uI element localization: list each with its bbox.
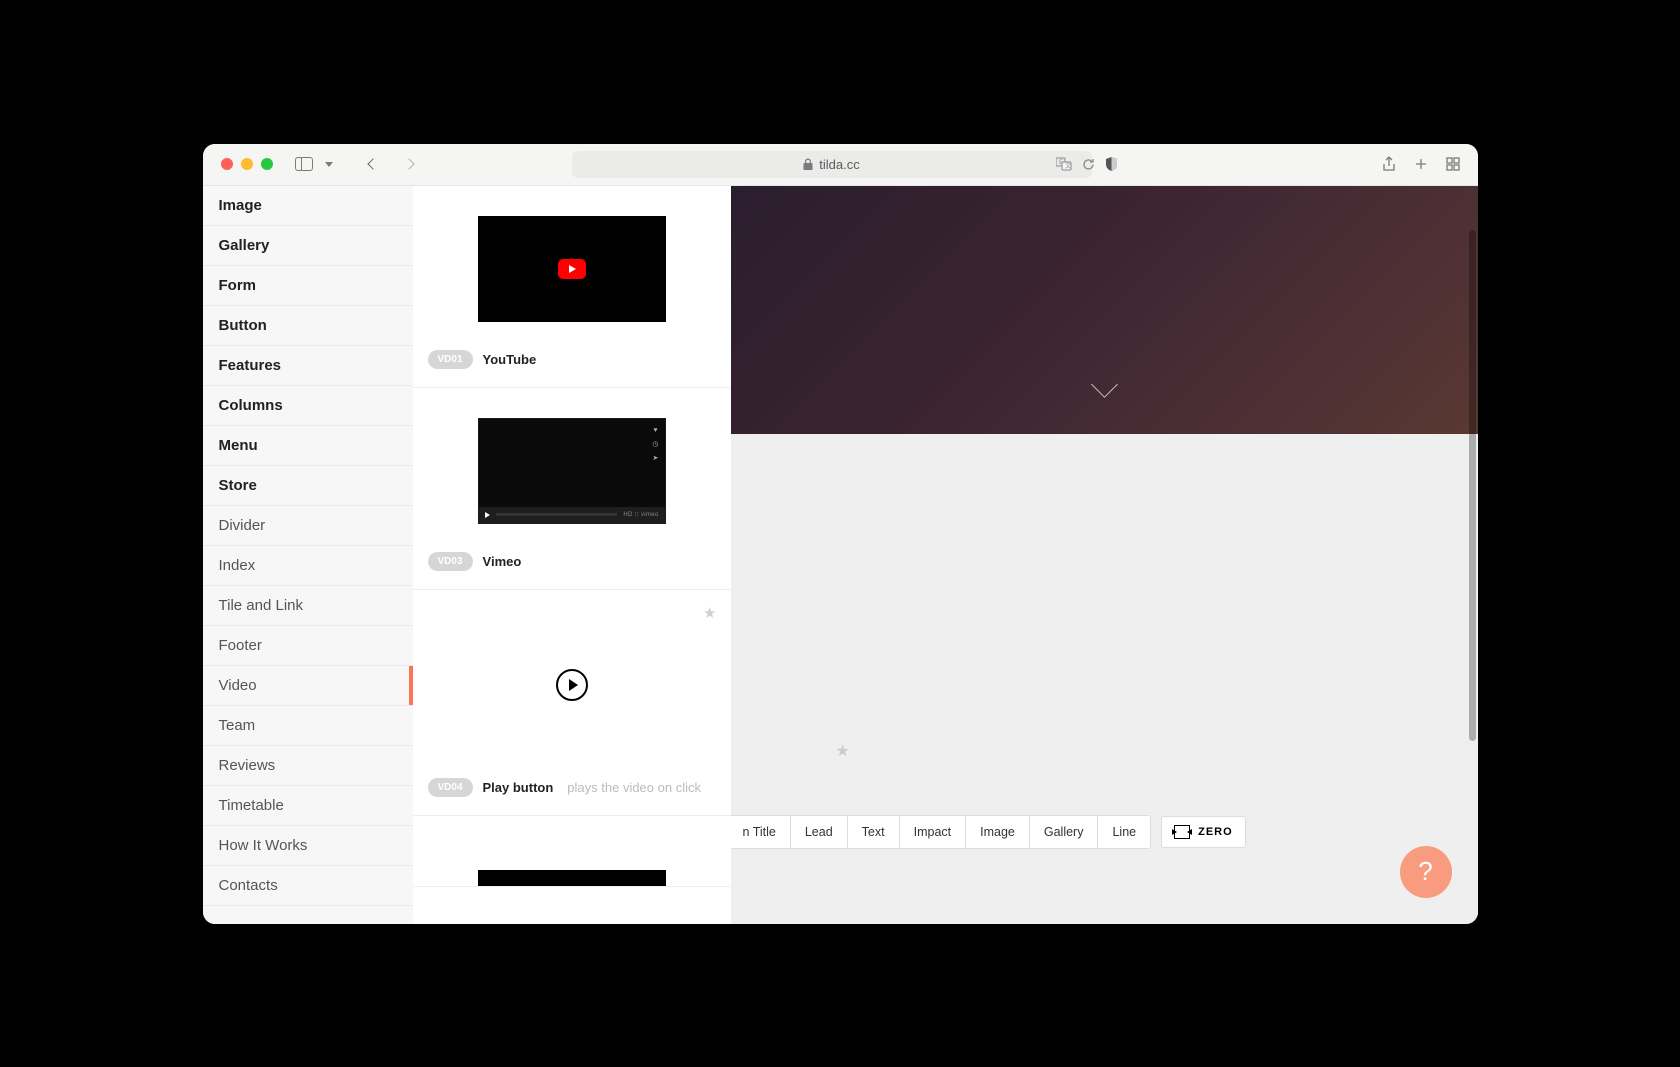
quick-btn-impact[interactable]: Impact bbox=[899, 815, 967, 849]
quick-btn-title[interactable]: n Title bbox=[731, 815, 791, 849]
block-code: VD04 bbox=[428, 778, 473, 797]
zero-block-icon bbox=[1174, 825, 1190, 839]
help-button[interactable]: ? bbox=[1400, 846, 1452, 898]
sidebar-item-store[interactable]: Store bbox=[203, 466, 413, 506]
address-bar[interactable]: tilda.cc E文 bbox=[572, 151, 1092, 178]
sidebar-item-tile-and-link[interactable]: Tile and Link bbox=[203, 586, 413, 626]
canvas-favorite-icon[interactable]: ★ bbox=[836, 741, 850, 761]
block-name: Play button bbox=[483, 780, 554, 795]
tab-dropdown-icon[interactable] bbox=[325, 162, 333, 167]
url-text: tilda.cc bbox=[819, 157, 859, 172]
block-desc: plays the video on click bbox=[567, 780, 701, 795]
block-youtube[interactable]: VD01 YouTube bbox=[413, 186, 731, 388]
tabs-overview-icon[interactable] bbox=[1446, 157, 1460, 171]
favorite-star-icon[interactable]: ★ bbox=[703, 604, 716, 622]
canvas-area: ★ n Title Lead Text Impact Image Gallery… bbox=[731, 186, 1478, 924]
vimeo-preview: ♥ ◷ ➤ HD ⁝⁝ vimeo bbox=[478, 418, 666, 524]
play-button-preview bbox=[478, 620, 666, 750]
help-icon: ? bbox=[1418, 856, 1432, 887]
sidebar-item-image[interactable]: Image bbox=[203, 186, 413, 226]
quick-add-bar: n Title Lead Text Impact Image Gallery L… bbox=[731, 815, 1246, 849]
svg-text:文: 文 bbox=[1065, 162, 1071, 170]
share-icon[interactable] bbox=[1382, 156, 1396, 172]
hero-block[interactable] bbox=[731, 186, 1478, 434]
youtube-preview bbox=[478, 216, 666, 322]
svg-text:E: E bbox=[1059, 160, 1063, 166]
quick-btn-lead[interactable]: Lead bbox=[790, 815, 848, 849]
block-vimeo[interactable]: ♥ ◷ ➤ HD ⁝⁝ vimeo VD03 Vimeo bbox=[413, 388, 731, 590]
sidebar-toggle-icon[interactable] bbox=[295, 157, 313, 171]
traffic-lights bbox=[221, 158, 273, 170]
sidebar-item-reviews[interactable]: Reviews bbox=[203, 746, 413, 786]
window-minimize-button[interactable] bbox=[241, 158, 253, 170]
new-tab-icon[interactable] bbox=[1414, 157, 1428, 171]
block-next[interactable] bbox=[413, 816, 731, 887]
vimeo-hd-label: HD ⁝⁝ vimeo bbox=[623, 511, 658, 518]
sidebar-item-index[interactable]: Index bbox=[203, 546, 413, 586]
quick-btn-line[interactable]: Line bbox=[1097, 815, 1151, 849]
play-circle-icon bbox=[556, 669, 588, 701]
sidebar-item-timetable[interactable]: Timetable bbox=[203, 786, 413, 826]
sidebar-item-columns[interactable]: Columns bbox=[203, 386, 413, 426]
sidebar-item-footer[interactable]: Footer bbox=[203, 626, 413, 666]
scroll-down-icon[interactable] bbox=[1089, 379, 1119, 394]
nav-back-button[interactable] bbox=[367, 158, 378, 169]
translate-icon[interactable]: E文 bbox=[1056, 157, 1072, 171]
block-play-button[interactable]: ★ VD04 Play button plays the video on cl… bbox=[413, 590, 731, 816]
block-preview-partial bbox=[478, 870, 666, 886]
shield-icon[interactable] bbox=[1105, 157, 1118, 171]
blocks-panel: VD01 YouTube ♥ ◷ ➤ HD bbox=[413, 186, 731, 924]
category-sidebar: Image Gallery Form Button Features Colum… bbox=[203, 186, 413, 924]
lock-icon bbox=[803, 158, 813, 170]
quick-btn-zero[interactable]: ZERO bbox=[1161, 816, 1246, 848]
vimeo-play-icon bbox=[485, 512, 490, 518]
sidebar-item-video[interactable]: Video bbox=[203, 666, 413, 706]
quick-btn-gallery[interactable]: Gallery bbox=[1029, 815, 1099, 849]
sidebar-item-features[interactable]: Features bbox=[203, 346, 413, 386]
sidebar-item-button[interactable]: Button bbox=[203, 306, 413, 346]
scrollbar[interactable] bbox=[1469, 230, 1476, 921]
vimeo-clock-icon: ◷ bbox=[652, 440, 658, 448]
quick-btn-image[interactable]: Image bbox=[965, 815, 1030, 849]
sidebar-item-how-it-works[interactable]: How It Works bbox=[203, 826, 413, 866]
sidebar-item-form[interactable]: Form bbox=[203, 266, 413, 306]
block-name: Vimeo bbox=[483, 554, 522, 569]
sidebar-item-gallery[interactable]: Gallery bbox=[203, 226, 413, 266]
titlebar: tilda.cc E文 bbox=[203, 144, 1478, 186]
block-code: VD03 bbox=[428, 552, 473, 571]
sidebar-item-team[interactable]: Team bbox=[203, 706, 413, 746]
window-close-button[interactable] bbox=[221, 158, 233, 170]
browser-window: tilda.cc E文 Image Gallery Form Button Fe… bbox=[203, 144, 1478, 924]
block-code: VD01 bbox=[428, 350, 473, 369]
vimeo-like-icon: ♥ bbox=[653, 427, 657, 434]
block-name: YouTube bbox=[483, 352, 537, 367]
scrollbar-thumb[interactable] bbox=[1469, 230, 1476, 741]
vimeo-progress-bar bbox=[496, 513, 618, 516]
reload-icon[interactable] bbox=[1082, 158, 1095, 171]
window-maximize-button[interactable] bbox=[261, 158, 273, 170]
sidebar-item-contacts[interactable]: Contacts bbox=[203, 866, 413, 906]
content-area: Image Gallery Form Button Features Colum… bbox=[203, 186, 1478, 924]
nav-forward-button[interactable] bbox=[403, 158, 414, 169]
sidebar-item-divider[interactable]: Divider bbox=[203, 506, 413, 546]
sidebar-item-menu[interactable]: Menu bbox=[203, 426, 413, 466]
quick-btn-text[interactable]: Text bbox=[847, 815, 900, 849]
vimeo-share-icon: ➤ bbox=[653, 454, 659, 462]
youtube-play-icon bbox=[558, 259, 586, 279]
